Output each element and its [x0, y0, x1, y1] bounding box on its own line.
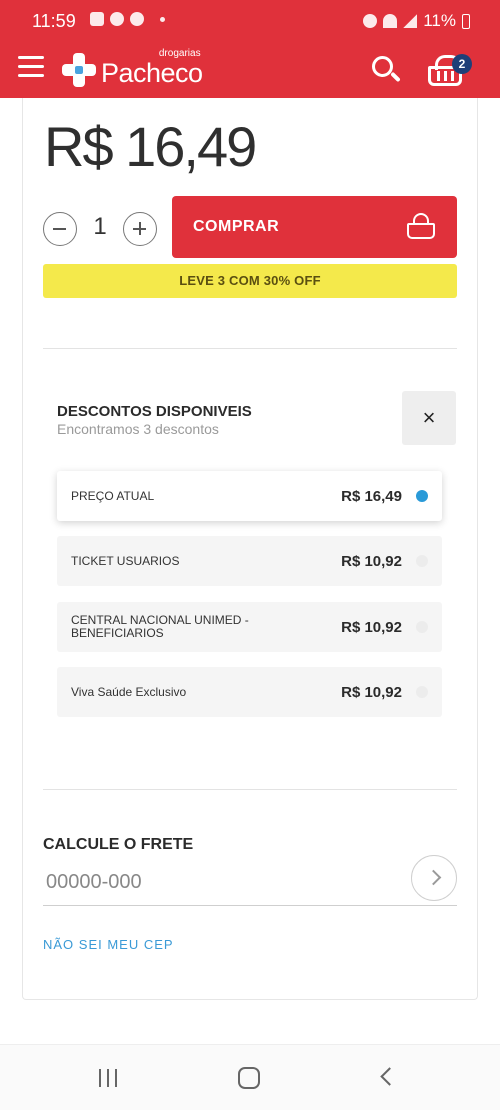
- discounts-subtitle: Encontramos 3 descontos: [57, 421, 219, 437]
- cep-input[interactable]: [43, 866, 403, 898]
- discount-option-name: PREÇO ATUAL: [71, 488, 155, 503]
- app-header: Pacheco drogarias 2: [0, 42, 500, 98]
- battery-icon: [462, 13, 470, 29]
- discounts-title: DESCONTOS DISPONIVEIS: [57, 403, 252, 420]
- shipping-title: CALCULE O FRETE: [43, 836, 194, 853]
- buy-button-label: COMPRAR: [193, 218, 280, 235]
- discount-option[interactable]: CENTRAL NACIONAL UNIMED - BENEFICIARIOS …: [57, 602, 442, 652]
- battery-percent: 11%: [423, 11, 456, 30]
- app-notification-icon: [130, 12, 144, 26]
- menu-icon[interactable]: [18, 56, 44, 78]
- more-notifications-icon: [160, 16, 165, 22]
- brand-logo[interactable]: Pacheco drogarias: [62, 48, 203, 92]
- wifi-icon: [383, 14, 398, 28]
- gallery-notification-icon: [90, 12, 104, 26]
- discount-option[interactable]: Viva Saúde Exclusivo R$ 10,92: [57, 667, 442, 717]
- back-icon[interactable]: [380, 1067, 399, 1086]
- discount-option-price: R$ 10,92: [341, 683, 402, 701]
- system-navbar: [0, 1044, 500, 1110]
- cross-logo-icon: [62, 53, 96, 87]
- radio-icon[interactable]: [416, 686, 428, 698]
- divider: [43, 348, 457, 349]
- brand-tag: drogarias: [158, 48, 201, 59]
- divider: [43, 789, 457, 790]
- discount-option-price: R$ 16,49: [341, 487, 402, 505]
- alarm-icon: [363, 14, 378, 28]
- app-topbar: 11:59 11% Pacheco drogarias 2: [0, 0, 500, 98]
- brand-name: Pacheco: [101, 57, 203, 88]
- status-bar: 11:59 11%: [0, 0, 500, 42]
- radio-icon[interactable]: [416, 555, 428, 567]
- discount-option-name: TICKET USUARIOS: [71, 553, 180, 568]
- discount-option[interactable]: PREÇO ATUAL R$ 16,49: [57, 471, 442, 521]
- radio-selected-icon[interactable]: [416, 490, 428, 502]
- signal-icon: [403, 14, 418, 28]
- notification-icons: [90, 12, 165, 26]
- cart-count-badge: 2: [452, 54, 472, 74]
- buy-button[interactable]: COMPRAR: [172, 196, 457, 258]
- quantity-value: 1: [93, 213, 107, 240]
- status-time: 11:59: [32, 11, 76, 31]
- minus-icon[interactable]: [43, 212, 77, 246]
- home-icon[interactable]: [238, 1067, 260, 1089]
- cep-underline: [43, 905, 457, 906]
- recent-apps-icon[interactable]: [99, 1069, 121, 1087]
- discount-option[interactable]: TICKET USUARIOS R$ 10,92: [57, 536, 442, 586]
- search-icon[interactable]: [372, 56, 402, 86]
- promo-banner[interactable]: LEVE 3 COM 30% OFF: [43, 264, 457, 298]
- discount-option-price: R$ 10,92: [341, 552, 402, 570]
- discount-option-price: R$ 10,92: [341, 618, 402, 636]
- product-price: R$ 16,49: [44, 115, 257, 178]
- system-status: 11%: [363, 11, 470, 31]
- close-icon[interactable]: ×: [402, 391, 456, 445]
- plus-icon[interactable]: [123, 212, 157, 246]
- discount-option-name: CENTRAL NACIONAL UNIMED - BENEFICIARIOS: [71, 613, 249, 640]
- chevron-right-icon[interactable]: [411, 855, 457, 901]
- unknown-cep-link[interactable]: NÃO SEI MEU CEP: [43, 937, 174, 952]
- discount-option-name: Viva Saúde Exclusivo: [71, 684, 187, 699]
- whatsapp-notification-icon: [110, 12, 124, 26]
- cart-button[interactable]: 2: [426, 54, 472, 90]
- basket-icon: [406, 213, 438, 241]
- radio-icon[interactable]: [416, 621, 428, 633]
